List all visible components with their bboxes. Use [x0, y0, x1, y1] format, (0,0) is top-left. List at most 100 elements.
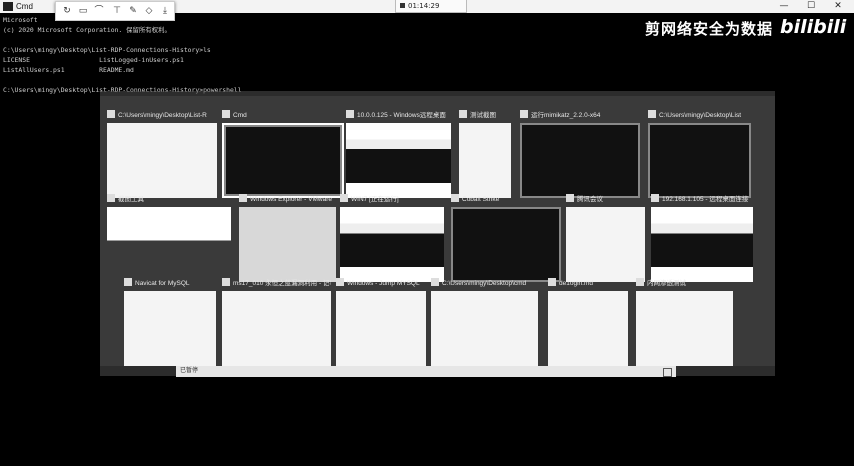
- tile-thumbnail: [451, 207, 561, 282]
- minimize-button[interactable]: —: [771, 0, 797, 13]
- switcher-window-tile[interactable]: de1ogin.md: [548, 278, 628, 366]
- tile-label: 192.168.1.105 - 远程桌面连接: [662, 196, 749, 203]
- console-line: Microsoft: [3, 16, 38, 24]
- switcher-window-tile[interactable]: C:\Users\mingy\Desktop\List-R: [107, 110, 217, 198]
- switcher-window-tile[interactable]: 内网渗透测试: [636, 278, 733, 366]
- window-title: Cmd: [16, 2, 33, 11]
- app-icon: [520, 110, 528, 118]
- tile-caption: 截图工具: [107, 194, 231, 206]
- tile-thumbnail: [336, 291, 426, 366]
- tile-thumbnail: [520, 123, 640, 198]
- switcher-window-tile[interactable]: C:\Users\mingy\Desktop\List: [648, 110, 751, 198]
- tile-thumbnail: [636, 291, 733, 366]
- cs-icon: [451, 194, 459, 202]
- md-icon: [548, 278, 556, 286]
- close-button[interactable]: ✕: [825, 0, 851, 13]
- tile-caption: Navicat for MySQL: [124, 278, 216, 290]
- tile-caption: 10.0.0.125 - Windows远程桌面: [346, 110, 451, 122]
- app-icon: [336, 278, 344, 286]
- switcher-window-tile[interactable]: Cmd: [222, 110, 344, 198]
- tile-caption: C:\Users\mingy\Desktop\List-R: [107, 110, 217, 122]
- watermark-text: 剪网络安全为数据: [645, 20, 774, 38]
- tile-label: 截图工具: [118, 196, 144, 203]
- tile-caption: de1ogin.md: [548, 278, 628, 290]
- tile-label: C:\Users\mingy\Desktop\List-R: [118, 112, 207, 119]
- switcher-window-tile[interactable]: 运行mimikatz_2.2.0-x64: [520, 110, 640, 198]
- switcher-window-tile[interactable]: Navicat for MySQL: [124, 278, 216, 366]
- tile-caption: Windows Explorer - VMware: [239, 194, 336, 206]
- vm-icon: [239, 194, 247, 202]
- tile-caption: 运行mimikatz_2.2.0-x64: [520, 110, 640, 122]
- switcher-window-tile[interactable]: 测试截图: [459, 110, 511, 198]
- tile-thumbnail: [346, 123, 451, 198]
- app-icon: [459, 110, 467, 118]
- switcher-window-tile[interactable]: 10.0.0.125 - Windows远程桌面: [346, 110, 451, 198]
- tile-caption: Windows - Jump MYSQL: [336, 278, 426, 290]
- tile-caption: C:\Users\mingy\Desktop\List: [648, 110, 751, 122]
- switcher-window-tile[interactable]: C:\Users\mingy\Desktop\cmd: [431, 278, 538, 366]
- switcher-bottom-bar: 已暂停: [176, 366, 676, 377]
- switcher-window-tile[interactable]: 192.168.1.105 - 远程桌面连接: [651, 194, 753, 282]
- tile-label: 运行mimikatz_2.2.0-x64: [531, 112, 601, 119]
- tile-caption: 腾讯会议: [566, 194, 645, 206]
- tile-thumbnail: [648, 123, 751, 198]
- tile-caption: 192.168.1.105 - 远程桌面连接: [651, 194, 753, 206]
- rdp-icon: [651, 194, 659, 202]
- tile-thumbnail: [107, 207, 231, 282]
- tile-thumbnail: [548, 291, 628, 366]
- notepad-icon: [222, 278, 230, 286]
- maximize-button[interactable]: ☐: [798, 0, 824, 13]
- tile-label: C:\Users\mingy\Desktop\cmd: [442, 280, 527, 287]
- switcher-window-tile[interactable]: 腾讯会议: [566, 194, 645, 282]
- switcher-window-tile[interactable]: Cobalt Strike: [451, 194, 561, 282]
- tile-label: Windows - Jump MYSQL: [347, 280, 420, 287]
- tile-label: 内网渗透测试: [647, 280, 686, 287]
- switcher-window-tile[interactable]: ms17_010 永恒之蓝漏洞利用 - 记事本: [222, 278, 331, 366]
- tile-thumbnail: [431, 291, 538, 366]
- console-line: LICENSE ListLogged-inUsers.ps1: [3, 56, 184, 64]
- tile-caption: C:\Users\mingy\Desktop\cmd: [431, 278, 538, 290]
- snip-icon: [107, 194, 115, 202]
- stop-icon[interactable]: [400, 3, 405, 8]
- switcher-window-tile[interactable]: 截图工具: [107, 194, 231, 282]
- tile-label: de1ogin.md: [559, 280, 593, 287]
- tile-caption: Cmd: [222, 110, 344, 122]
- folder-icon: [107, 110, 115, 118]
- tile-thumbnail: [239, 207, 336, 282]
- switcher-window-tile[interactable]: Windows - Jump MYSQL: [336, 278, 426, 366]
- tile-label: Windows Explorer - VMware: [250, 196, 332, 203]
- folder-icon: [431, 278, 439, 286]
- tile-label: 测试截图: [470, 112, 496, 119]
- vm-icon: [340, 194, 348, 202]
- tile-thumbnail: [651, 207, 753, 282]
- tile-caption: WIN7 [正在运行]: [340, 194, 444, 206]
- tile-thumbnail: [124, 291, 216, 366]
- switcher-window-tile[interactable]: WIN7 [正在运行]: [340, 194, 444, 282]
- tile-caption: 内网渗透测试: [636, 278, 733, 290]
- maximize-icon[interactable]: [663, 368, 672, 377]
- tile-thumbnail: [107, 123, 217, 198]
- switcher-window-tile[interactable]: Windows Explorer - VMware: [239, 194, 336, 282]
- tile-thumbnail: [459, 123, 511, 198]
- console-line: ListAllUsers.ps1 README.md: [3, 66, 134, 74]
- tile-label: Navicat for MySQL: [135, 280, 190, 287]
- tile-label: ms17_010 永恒之蓝漏洞利用 - 记事本: [233, 280, 331, 287]
- tile-label: Cobalt Strike: [462, 196, 500, 203]
- console-output[interactable]: Microsoft (c) 2020 Microsoft Corporation.…: [3, 15, 242, 95]
- tile-label: Cmd: [233, 112, 247, 119]
- tile-thumbnail: [566, 207, 645, 282]
- timer-text: 01:14:29: [408, 2, 440, 10]
- db-icon: [124, 278, 132, 286]
- tile-thumbnail: [222, 123, 344, 198]
- console-line: (c) 2020 Microsoft Corporation. 保留所有权利。: [3, 26, 171, 34]
- tile-label: WIN7 [正在运行]: [351, 196, 399, 203]
- tile-label: 腾讯会议: [577, 196, 603, 203]
- app-icon: [566, 194, 574, 202]
- rdp-icon: [346, 110, 354, 118]
- tile-caption: Cobalt Strike: [451, 194, 561, 206]
- folder-icon: [648, 110, 656, 118]
- tile-caption: 测试截图: [459, 110, 511, 122]
- tile-caption: ms17_010 永恒之蓝漏洞利用 - 记事本: [222, 278, 331, 290]
